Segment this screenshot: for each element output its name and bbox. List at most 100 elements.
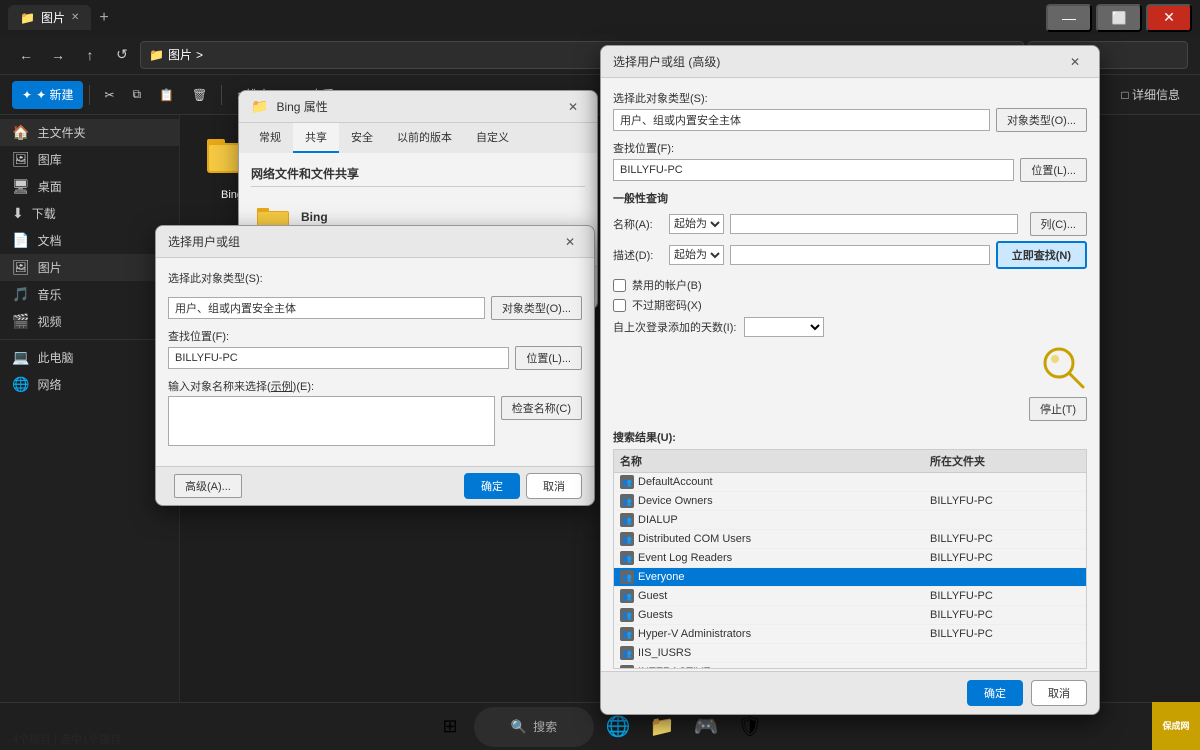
table-row[interactable]: 👥 Event Log ReadersBILLYFU-PC [614, 549, 1086, 568]
sidebar-item-videos[interactable]: 🎬 视频 [0, 308, 179, 335]
result-folder: BILLYFU-PC [924, 530, 1086, 549]
table-row[interactable]: 👥 Device OwnersBILLYFU-PC [614, 492, 1086, 511]
documents-icon: 📄 [12, 232, 29, 249]
search-btn[interactable]: 🔍 搜索 [474, 707, 594, 747]
enter-objects-label: 输入对象名称来选择(示例)(E): [168, 378, 582, 394]
select-user-small-footer: 高级(A)... 确定 取消 [156, 466, 594, 505]
small-ok-btn[interactable]: 确定 [464, 473, 520, 499]
table-row[interactable]: 👥 IIS_IUSRS [614, 644, 1086, 663]
objects-textarea[interactable] [168, 396, 495, 446]
search-icon-img [1039, 343, 1087, 391]
result-name: 👥 Guests [614, 606, 924, 625]
minimize-btn[interactable]: — [1046, 4, 1092, 32]
object-type-label: 选择此对象类型(S): [168, 270, 263, 286]
back-btn[interactable]: ← [12, 41, 40, 69]
sidebar-item-desktop[interactable]: 🖥 桌面 [0, 173, 179, 200]
tab-general[interactable]: 常规 [247, 123, 293, 153]
paste-btn[interactable]: 📋 [151, 81, 182, 109]
new-tab-btn[interactable]: + [91, 5, 116, 31]
results-label: 搜索结果(U): [613, 429, 1087, 445]
delete-btn[interactable]: 🗑 [184, 81, 215, 109]
name-row: 名称(A): 起始为 列(C)... [613, 212, 1087, 236]
large-dialog-titlebar[interactable]: 选择用户或组 (高级) ✕ [601, 46, 1099, 78]
table-row[interactable]: 👥 GuestBILLYFU-PC [614, 587, 1086, 606]
bing-properties-close-btn[interactable]: ✕ [561, 95, 585, 119]
table-row[interactable]: 👥 INTERACTIVE [614, 663, 1086, 670]
select-user-small-close[interactable]: ✕ [558, 230, 582, 254]
cut-btn[interactable]: ✂ [96, 81, 122, 109]
select-user-small-titlebar[interactable]: 选择用户或组 ✕ [156, 226, 594, 258]
advanced-btn[interactable]: 高级(A)... [174, 474, 242, 498]
up-btn[interactable]: ↑ [76, 41, 104, 69]
tab-previous[interactable]: 以前的版本 [385, 123, 464, 153]
tab-close-btn[interactable]: ✕ [71, 12, 79, 23]
group-icon: 👥 [620, 627, 634, 641]
large-object-type-input[interactable] [613, 109, 990, 131]
sidebar-item-documents[interactable]: 📄 文档 [0, 227, 179, 254]
tab-security[interactable]: 安全 [339, 123, 385, 153]
large-location-btn[interactable]: 位置(L)... [1020, 158, 1087, 182]
sidebar-item-pictures[interactable]: 🖼 图片 [0, 254, 179, 281]
sidebar: 🏠 主文件夹 🖼 图库 🖥 桌面 ⬇ 下载 📄 文档 🖼 图片 [0, 115, 180, 726]
sidebar-item-network[interactable]: 🌐 网络 › [0, 371, 179, 398]
object-type-btn[interactable]: 对象类型(O)... [491, 296, 582, 320]
large-dialog-close[interactable]: ✕ [1063, 50, 1087, 74]
explorer-tab[interactable]: 📁 图片 ✕ [8, 5, 91, 30]
sidebar-item-thispc[interactable]: 💻 此电脑 › [0, 344, 179, 371]
table-row[interactable]: 👥 Hyper-V AdministratorsBILLYFU-PC [614, 625, 1086, 644]
name-filter-input[interactable] [730, 214, 1018, 234]
forward-btn[interactable]: → [44, 41, 72, 69]
object-type-input[interactable] [168, 297, 485, 319]
days-select[interactable] [744, 317, 824, 337]
results-scroll[interactable]: 名称 所在文件夹 👥 DefaultAccount👥 Device Owners… [613, 449, 1087, 669]
stop-btn[interactable]: 停止(T) [1029, 397, 1087, 421]
sidebar-item-home[interactable]: 🏠 主文件夹 [0, 119, 179, 146]
sidebar-label-videos: 视频 [37, 313, 61, 330]
result-name: 👥 INTERACTIVE [614, 663, 924, 670]
small-cancel-btn[interactable]: 取消 [526, 473, 582, 499]
result-name: 👥 Event Log Readers [614, 549, 924, 568]
refresh-btn[interactable]: ↺ [108, 41, 136, 69]
table-row[interactable]: 👥 Distributed COM UsersBILLYFU-PC [614, 530, 1086, 549]
table-row[interactable]: 👥 DefaultAccount [614, 473, 1086, 492]
large-dialog-body: 选择此对象类型(S): 对象类型(O)... 查找位置(F): 位置(L)...… [601, 78, 1099, 671]
close-btn[interactable]: ✕ [1146, 4, 1192, 32]
search-icon-area [613, 343, 1087, 391]
sidebar-item-music[interactable]: 🎵 音乐 [0, 281, 179, 308]
title-bar: 📁 图片 ✕ + — ⬜ ✕ [0, 0, 1200, 35]
tab-share[interactable]: 共享 [293, 123, 339, 153]
search-icon-taskbar: 🔍 [511, 719, 527, 735]
new-btn[interactable]: ✦ ✦ 新建 [12, 81, 83, 109]
check-names-btn[interactable]: 检查名称(C) [501, 396, 582, 420]
videos-icon: 🎬 [12, 313, 29, 330]
large-cancel-btn[interactable]: 取消 [1031, 680, 1087, 706]
location-input[interactable] [168, 347, 509, 369]
large-location-input[interactable] [613, 159, 1014, 181]
start-btn[interactable]: ⊞ [430, 707, 470, 747]
sidebar-label-gallery: 图库 [38, 151, 62, 168]
bing-properties-tabs: 常规 共享 安全 以前的版本 自定义 [239, 123, 597, 153]
no-expire-checkbox[interactable] [613, 299, 626, 312]
table-row[interactable]: 👥 DIALUP [614, 511, 1086, 530]
table-row[interactable]: 👥 Everyone [614, 568, 1086, 587]
group-icon: 👥 [620, 494, 634, 508]
sidebar-item-downloads[interactable]: ⬇ 下载 [0, 200, 179, 227]
list-btn[interactable]: 列(C)... [1030, 212, 1087, 236]
location-btn[interactable]: 位置(L)... [515, 346, 582, 370]
desc-filter-input[interactable] [730, 245, 990, 265]
tab-custom[interactable]: 自定义 [464, 123, 521, 153]
bing-properties-titlebar[interactable]: 📁 Bing 属性 ✕ [239, 91, 597, 123]
detail-btn[interactable]: □ 详细信息 [1113, 81, 1188, 109]
result-name: 👥 Guest [614, 587, 924, 606]
name-filter-select[interactable]: 起始为 [669, 214, 724, 234]
copy-btn[interactable]: ⧉ [125, 81, 150, 109]
desc-filter-select[interactable]: 起始为 [669, 245, 724, 265]
sidebar-item-gallery[interactable]: 🖼 图库 [0, 146, 179, 173]
large-ok-btn[interactable]: 确定 [967, 680, 1023, 706]
search-now-btn[interactable]: 立即查找(N) [996, 241, 1087, 269]
maximize-btn[interactable]: ⬜ [1096, 4, 1142, 32]
disabled-accounts-checkbox[interactable] [613, 279, 626, 292]
sidebar-label-desktop: 桌面 [38, 178, 62, 195]
large-object-type-btn[interactable]: 对象类型(O)... [996, 108, 1087, 132]
table-row[interactable]: 👥 GuestsBILLYFU-PC [614, 606, 1086, 625]
